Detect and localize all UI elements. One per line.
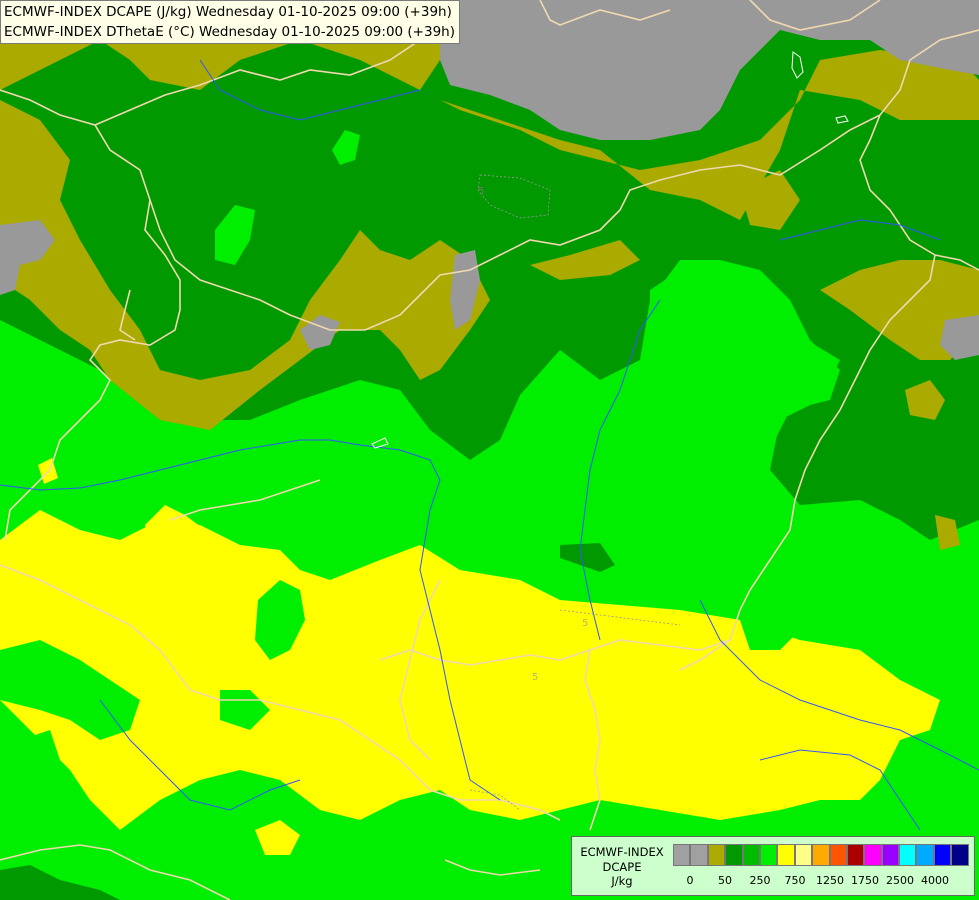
contour-label: 5 <box>532 672 538 683</box>
legend-unit: J/kg <box>611 874 633 888</box>
legend-tick-label: 50 <box>718 874 732 887</box>
legend-swatch <box>725 844 743 866</box>
legend-tick-label: 1250 <box>816 874 844 887</box>
legend-swatch <box>707 844 726 866</box>
legend-tick-label: 250 <box>749 874 771 887</box>
legend-ticks: 0 50 250 750 1250 1750 2500 4000 <box>673 874 968 888</box>
legend-swatch <box>899 844 917 866</box>
dcape-map: 5 5 5 <box>0 0 979 900</box>
legend-swatch <box>881 844 900 866</box>
legend-swatch <box>933 844 952 866</box>
title-line-dcape: ECMWF-INDEX DCAPE (J/kg) Wednesday 01-10… <box>4 4 452 20</box>
legend-swatch <box>864 844 882 866</box>
legend-title-parameter: DCAPE <box>602 859 642 874</box>
legend-swatch <box>742 844 760 866</box>
legend-title: ECMWF-INDEX DCAPE J/kg <box>574 845 670 889</box>
legend-swatch <box>794 844 813 866</box>
legend: ECMWF-INDEX DCAPE J/kg 0 50 250 750 1250 1750… <box>571 836 975 896</box>
legend-swatch <box>690 844 708 866</box>
legend-tick-label: 750 <box>784 874 806 887</box>
title-line-dthetae: ECMWF-INDEX DThetaE (°C) Wednesday 01-10… <box>4 24 455 40</box>
legend-swatch <box>829 844 847 866</box>
legend-swatch <box>951 844 969 866</box>
legend-swatch <box>759 844 778 866</box>
legend-tick-label: 2500 <box>886 874 914 887</box>
legend-swatch <box>812 844 830 866</box>
legend-tick-label: 0 <box>686 874 694 887</box>
legend-tick-label: 4000 <box>921 874 949 887</box>
contour-label: 5 <box>478 186 484 197</box>
legend-swatches <box>673 844 969 866</box>
legend-title-model: ECMWF-INDEX <box>580 845 664 859</box>
legend-swatch <box>673 844 691 866</box>
legend-tick-label: 1750 <box>851 874 879 887</box>
legend-swatch <box>777 844 795 866</box>
map-title-box: ECMWF-INDEX DCAPE (J/kg) Wednesday 01-10… <box>0 0 460 44</box>
legend-swatch <box>846 844 865 866</box>
legend-swatch <box>916 844 934 866</box>
contour-label: 5 <box>582 618 588 629</box>
